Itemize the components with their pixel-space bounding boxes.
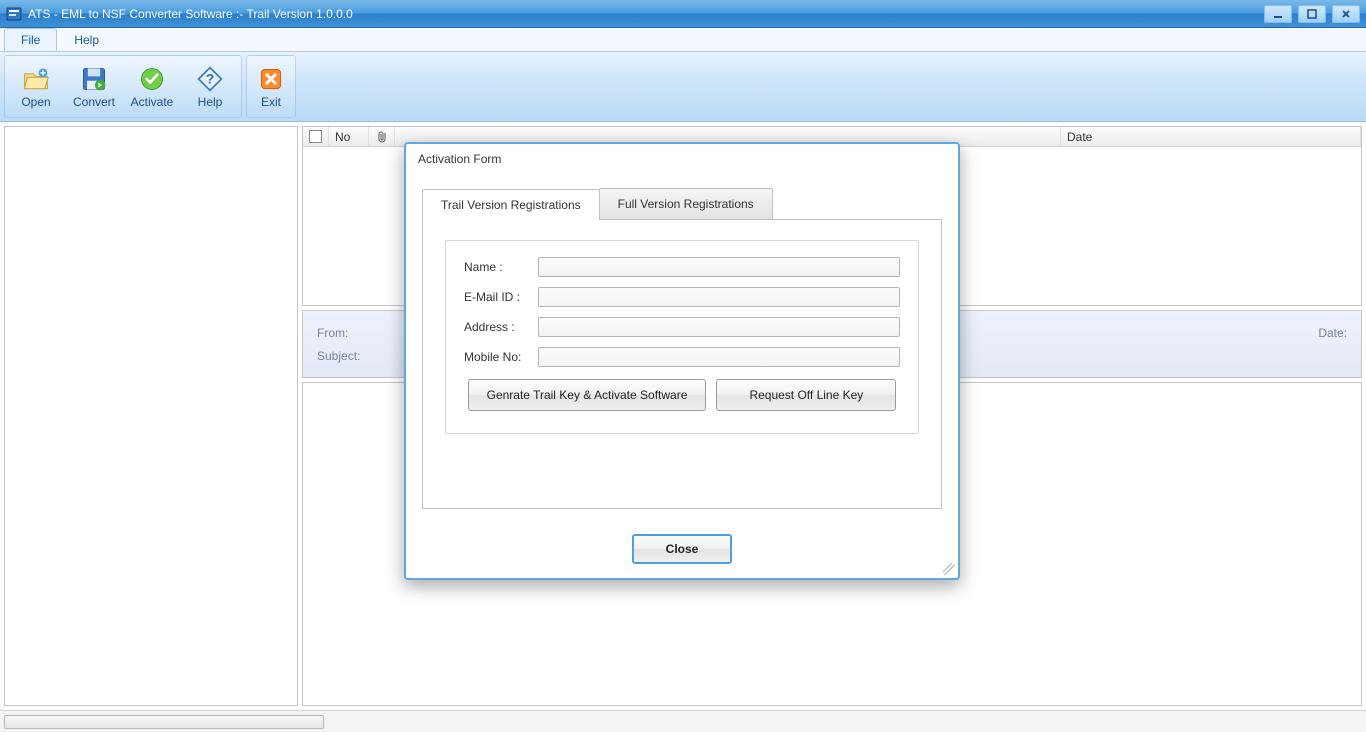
exit-button[interactable]: Exit [250,58,292,115]
address-input[interactable] [538,317,900,337]
tab-panel-trail: Name : E-Mail ID : Address : Mobile No: … [422,219,942,509]
col-attachment[interactable] [369,127,395,146]
preview-date-label: Date: [1318,326,1347,340]
app-icon [6,6,22,22]
resize-grip[interactable] [943,563,955,575]
progress-bar [4,715,324,729]
help-button[interactable]: ? Help [182,58,238,115]
folder-open-icon [22,65,50,93]
tab-full-registration[interactable]: Full Version Registrations [599,188,773,219]
menu-file[interactable]: File [4,28,57,51]
tab-trail-registration[interactable]: Trail Version Registrations [422,189,600,220]
convert-button[interactable]: Convert [66,58,122,115]
registration-form-group: Name : E-Mail ID : Address : Mobile No: … [445,240,919,434]
exit-label: Exit [261,95,281,109]
name-input[interactable] [538,257,900,277]
window-title: ATS - EML to NSF Converter Software :- T… [28,7,353,21]
help-label: Help [198,95,223,109]
address-label: Address : [464,320,538,334]
mobile-input[interactable] [538,347,900,367]
preview-subject-label: Subject: [317,349,360,363]
generate-trail-key-button[interactable]: Genrate Trail Key & Activate Software [468,379,707,411]
window-titlebar: ATS - EML to NSF Converter Software :- T… [0,0,1366,28]
minimize-button[interactable] [1264,5,1292,23]
toolbar: Open Convert Activate ? Help [0,52,1366,122]
dialog-tabs: Trail Version Registrations Full Version… [422,188,942,219]
open-button[interactable]: Open [8,58,64,115]
exit-close-icon [257,65,285,93]
toolbar-group-main: Open Convert Activate ? Help [4,55,242,118]
check-circle-icon [138,65,166,93]
open-label: Open [21,95,50,109]
request-offline-key-button[interactable]: Request Off Line Key [716,379,896,411]
mobile-label: Mobile No: [464,350,538,364]
col-checkbox[interactable] [303,127,329,146]
dialog-close-button[interactable]: Close [632,534,732,564]
dialog-title: Activation Form [406,144,958,170]
save-disk-icon [80,65,108,93]
preview-from-label: From: [317,326,348,340]
name-label: Name : [464,260,538,274]
close-window-button[interactable] [1332,5,1360,23]
statusbar [0,710,1366,732]
folder-tree-panel[interactable] [4,126,298,706]
menu-help[interactable]: Help [57,28,116,51]
col-no[interactable]: No [329,127,369,146]
activate-button[interactable]: Activate [124,58,180,115]
activate-label: Activate [131,95,174,109]
svg-text:?: ? [206,70,215,86]
col-date[interactable]: Date [1061,127,1361,146]
email-input[interactable] [538,287,900,307]
convert-label: Convert [73,95,115,109]
paperclip-icon [376,130,388,144]
help-diamond-icon: ? [196,65,224,93]
email-label: E-Mail ID : [464,290,538,304]
maximize-button[interactable] [1298,5,1326,23]
menubar: File Help [0,28,1366,52]
activation-dialog: Activation Form Trail Version Registrati… [404,142,960,580]
toolbar-group-exit: Exit [246,55,296,118]
